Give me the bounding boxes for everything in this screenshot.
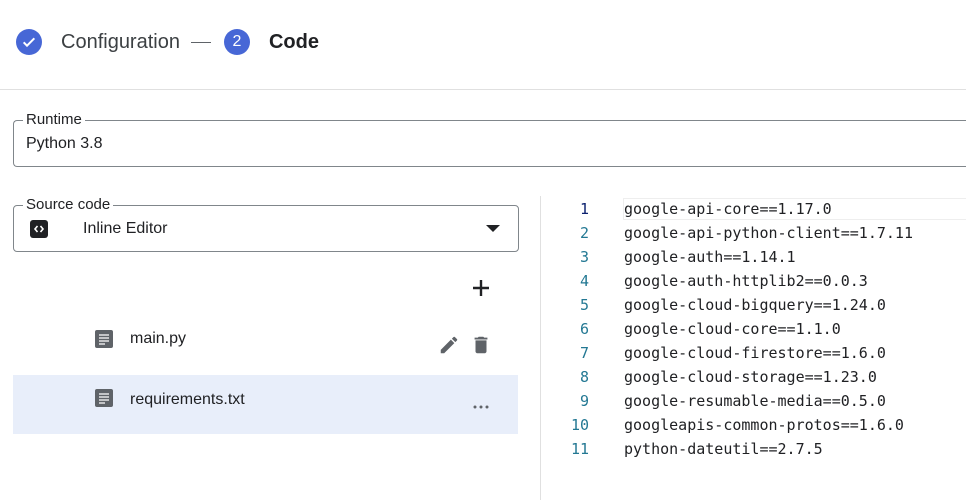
file-row-main-py[interactable]: main.py <box>13 310 518 369</box>
source-code-select[interactable]: Source code Inline Editor <box>13 195 519 252</box>
line-text: google-auth==1.14.1 <box>624 248 796 266</box>
code-editor[interactable]: 1 google-api-core==1.17.0 2 google-api-pyth… <box>541 196 966 500</box>
runtime-label: Runtime <box>23 110 85 130</box>
step-code-label: Code <box>268 30 319 53</box>
code-line[interactable]: 4 google-auth-httplib2==0.0.3 <box>541 269 966 293</box>
line-number: 9 <box>579 392 589 410</box>
code-line[interactable]: 8 google-cloud-storage==1.23.0 <box>541 365 966 389</box>
line-number: 2 <box>579 224 589 242</box>
line-number: 11 <box>570 440 589 458</box>
stepper: Configuration 2 Code <box>16 28 319 56</box>
line-text: google-resumable-media==0.5.0 <box>624 392 886 410</box>
runtime-select[interactable]: Runtime Python 3.8 <box>13 110 966 167</box>
document-icon <box>95 330 113 348</box>
line-text: google-cloud-core==1.1.0 <box>624 320 841 338</box>
line-text: google-cloud-firestore==1.6.0 <box>624 344 886 362</box>
line-number: 4 <box>579 272 589 290</box>
line-number: 3 <box>579 248 589 266</box>
line-number: 5 <box>579 296 589 314</box>
check-icon[interactable] <box>16 29 42 55</box>
trash-icon[interactable] <box>470 334 492 356</box>
line-text: python-dateutil==2.7.5 <box>624 440 823 458</box>
code-line[interactable]: 3 google-auth==1.14.1 <box>541 245 966 269</box>
code-line[interactable]: 2 google-api-python-client==1.7.11 <box>541 221 966 245</box>
line-text: google-api-core==1.17.0 <box>624 200 832 218</box>
line-text: google-api-python-client==1.7.11 <box>624 224 913 242</box>
line-text: google-cloud-storage==1.23.0 <box>624 368 877 386</box>
header-divider <box>0 89 966 90</box>
code-line[interactable]: 6 google-cloud-core==1.1.0 <box>541 317 966 341</box>
add-file-button[interactable] <box>470 277 492 299</box>
code-line[interactable]: 9 google-resumable-media==0.5.0 <box>541 389 966 413</box>
code-line[interactable]: 7 google-cloud-firestore==1.6.0 <box>541 341 966 365</box>
file-name: requirements.txt <box>130 391 245 408</box>
code-line[interactable]: 10 googleapis-common-protos==1.6.0 <box>541 413 966 437</box>
code-line[interactable]: 1 google-api-core==1.17.0 <box>541 197 966 221</box>
line-text: google-cloud-bigquery==1.24.0 <box>624 296 886 314</box>
document-icon <box>95 389 113 407</box>
more-horizontal-icon[interactable] <box>471 397 491 417</box>
code-line[interactable]: 5 google-cloud-bigquery==1.24.0 <box>541 293 966 317</box>
line-number: 6 <box>579 320 589 338</box>
line-text: google-auth-httplib2==0.0.3 <box>624 272 868 290</box>
pencil-icon[interactable] <box>438 334 460 356</box>
step-number-badge: 2 <box>223 29 250 55</box>
step-configuration-label[interactable]: Configuration <box>61 31 180 54</box>
line-number: 7 <box>579 344 589 362</box>
file-name: main.py <box>130 330 187 347</box>
file-row-requirements-txt[interactable]: requirements.txt <box>13 375 518 434</box>
plus-icon <box>473 280 489 296</box>
step-connector <box>190 41 211 43</box>
source-code-value: Inline Editor <box>83 220 168 237</box>
dropdown-arrow-icon <box>486 225 500 232</box>
line-text: googleapis-common-protos==1.6.0 <box>624 416 904 434</box>
line-number: 10 <box>570 416 589 434</box>
code-line[interactable]: 11 python-dateutil==2.7.5 <box>541 437 966 461</box>
code-brackets-icon <box>30 220 48 238</box>
runtime-value: Python 3.8 <box>26 135 103 152</box>
line-number: 1 <box>579 200 589 218</box>
line-number: 8 <box>579 368 589 386</box>
source-code-label: Source code <box>23 195 114 215</box>
